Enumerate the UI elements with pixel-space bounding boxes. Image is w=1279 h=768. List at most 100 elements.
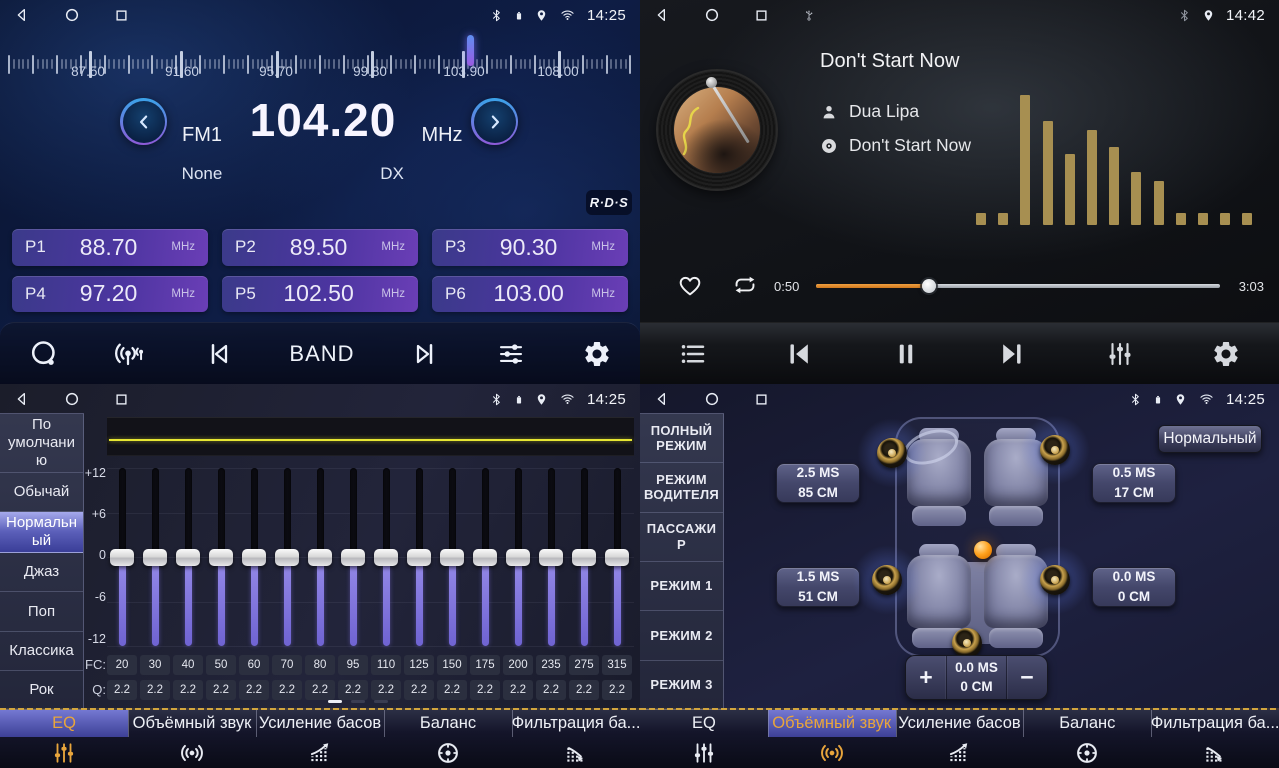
eq-band-slider[interactable]: [535, 468, 567, 646]
fc-value[interactable]: 50: [206, 655, 236, 675]
settings-icon[interactable]: [582, 339, 612, 369]
slider-handle[interactable]: [440, 549, 464, 566]
q-value[interactable]: 2.2: [305, 680, 335, 700]
eq-band-slider[interactable]: [304, 468, 336, 646]
tune-up-button[interactable]: [471, 98, 518, 145]
q-value[interactable]: 2.2: [503, 680, 533, 700]
increase-delay-button[interactable]: +: [906, 656, 946, 699]
tab-eq[interactable]: EQ: [0, 710, 128, 737]
tab-bass-boost[interactable]: Усиление басов: [896, 710, 1024, 737]
seek-bar[interactable]: [816, 284, 1220, 288]
eq-band-slider[interactable]: [238, 468, 270, 646]
listening-mode-item[interactable]: РЕЖИМ 1: [640, 562, 723, 611]
playlist-icon[interactable]: [678, 339, 708, 369]
slider-handle[interactable]: [275, 549, 299, 566]
eq-band-slider[interactable]: [370, 468, 402, 646]
slider-handle[interactable]: [506, 549, 530, 566]
q-value[interactable]: 2.2: [569, 680, 599, 700]
scan-icon[interactable]: [28, 338, 60, 370]
slider-handle[interactable]: [242, 549, 266, 566]
fc-value[interactable]: 125: [404, 655, 434, 675]
favorite-icon[interactable]: [676, 272, 704, 298]
eq-band-slider[interactable]: [172, 468, 204, 646]
slider-handle[interactable]: [143, 549, 167, 566]
rear-left-speaker[interactable]: [872, 565, 902, 595]
band-button[interactable]: BAND: [289, 341, 354, 367]
repeat-icon[interactable]: [730, 272, 760, 298]
tab-surround-sound[interactable]: Объёмный звук: [768, 710, 896, 737]
page-dot[interactable]: [328, 700, 342, 703]
front-right-speaker[interactable]: [1040, 435, 1070, 465]
eq-band-slider[interactable]: [436, 468, 468, 646]
q-value[interactable]: 2.2: [140, 680, 170, 700]
broadcast-icon[interactable]: [115, 338, 149, 370]
eq-preset-item[interactable]: Нормальный: [0, 512, 83, 553]
slider-handle[interactable]: [176, 549, 200, 566]
tab-bass-filter-icon[interactable]: [1151, 737, 1279, 768]
decrease-delay-button[interactable]: −: [1007, 656, 1047, 699]
listening-mode-item[interactable]: РЕЖИМ 2: [640, 611, 723, 660]
recents-icon[interactable]: [754, 392, 769, 407]
fc-value[interactable]: 20: [107, 655, 137, 675]
tab-eq[interactable]: EQ: [640, 710, 768, 737]
fc-value[interactable]: 235: [536, 655, 566, 675]
eq-band-slider[interactable]: [502, 468, 534, 646]
eq-band-slider[interactable]: [139, 468, 171, 646]
tab-surround-sound-icon[interactable]: [768, 737, 896, 768]
front-right-delay-button[interactable]: 0.5 MS 17 CM: [1092, 463, 1176, 503]
preset-button[interactable]: P390.30MHz: [432, 229, 628, 266]
tab-eq-icon[interactable]: [640, 737, 768, 768]
slider-handle[interactable]: [407, 549, 431, 566]
slider-handle[interactable]: [605, 549, 629, 566]
preset-button[interactable]: P6103.00MHz: [432, 276, 628, 313]
home-icon[interactable]: [704, 391, 720, 407]
eq-band-slider[interactable]: [337, 468, 369, 646]
q-value[interactable]: 2.2: [437, 680, 467, 700]
home-icon[interactable]: [704, 7, 720, 23]
tune-down-button[interactable]: [120, 98, 167, 145]
q-value[interactable]: 2.2: [107, 680, 137, 700]
q-value[interactable]: 2.2: [338, 680, 368, 700]
home-icon[interactable]: [64, 391, 80, 407]
home-icon[interactable]: [64, 7, 80, 23]
q-value[interactable]: 2.2: [536, 680, 566, 700]
fc-value[interactable]: 80: [305, 655, 335, 675]
tab-balance-icon[interactable]: [384, 737, 512, 768]
q-value[interactable]: 2.2: [404, 680, 434, 700]
back-icon[interactable]: [654, 7, 670, 23]
rear-right-delay-button[interactable]: 0.0 MS 0 CM: [1092, 567, 1176, 607]
recents-icon[interactable]: [114, 8, 129, 23]
preset-button[interactable]: P497.20MHz: [12, 276, 208, 313]
fc-value[interactable]: 315: [602, 655, 632, 675]
fc-value[interactable]: 200: [503, 655, 533, 675]
eq-band-slider[interactable]: [469, 468, 501, 646]
front-left-speaker[interactable]: [877, 438, 907, 468]
listening-mode-item[interactable]: РЕЖИМ ВОДИТЕЛЯ: [640, 463, 723, 512]
tab-balance[interactable]: Баланс: [384, 710, 512, 737]
slider-handle[interactable]: [209, 549, 233, 566]
rear-left-delay-button[interactable]: 1.5 MS 51 CM: [776, 567, 860, 607]
eq-band-slider[interactable]: [403, 468, 435, 646]
fc-value[interactable]: 110: [371, 655, 401, 675]
fc-value[interactable]: 40: [173, 655, 203, 675]
tab-balance-icon[interactable]: [1023, 737, 1151, 768]
fc-value[interactable]: 95: [338, 655, 368, 675]
fc-value[interactable]: 70: [272, 655, 302, 675]
listening-mode-item[interactable]: РЕЖИМ 3: [640, 661, 723, 709]
listening-mode-item[interactable]: ПОЛНЫЙ РЕЖИМ: [640, 414, 723, 463]
eq-band-slider[interactable]: [601, 468, 633, 646]
eq-preset-item[interactable]: Рок: [0, 671, 83, 709]
slider-handle[interactable]: [473, 549, 497, 566]
tab-eq-icon[interactable]: [0, 737, 128, 768]
eq-preset-item[interactable]: Джаз: [0, 553, 83, 592]
next-track-icon[interactable]: [996, 338, 1028, 370]
tab-bass-boost[interactable]: Усиление басов: [256, 710, 384, 737]
q-value[interactable]: 2.2: [272, 680, 302, 700]
fc-value[interactable]: 175: [470, 655, 500, 675]
page-dot[interactable]: [351, 700, 365, 703]
tab-bass-filter-icon[interactable]: [512, 737, 640, 768]
fc-value[interactable]: 30: [140, 655, 170, 675]
surround-preset-button[interactable]: Нормальный: [1158, 425, 1262, 453]
fc-value[interactable]: 60: [239, 655, 269, 675]
slider-handle[interactable]: [341, 549, 365, 566]
